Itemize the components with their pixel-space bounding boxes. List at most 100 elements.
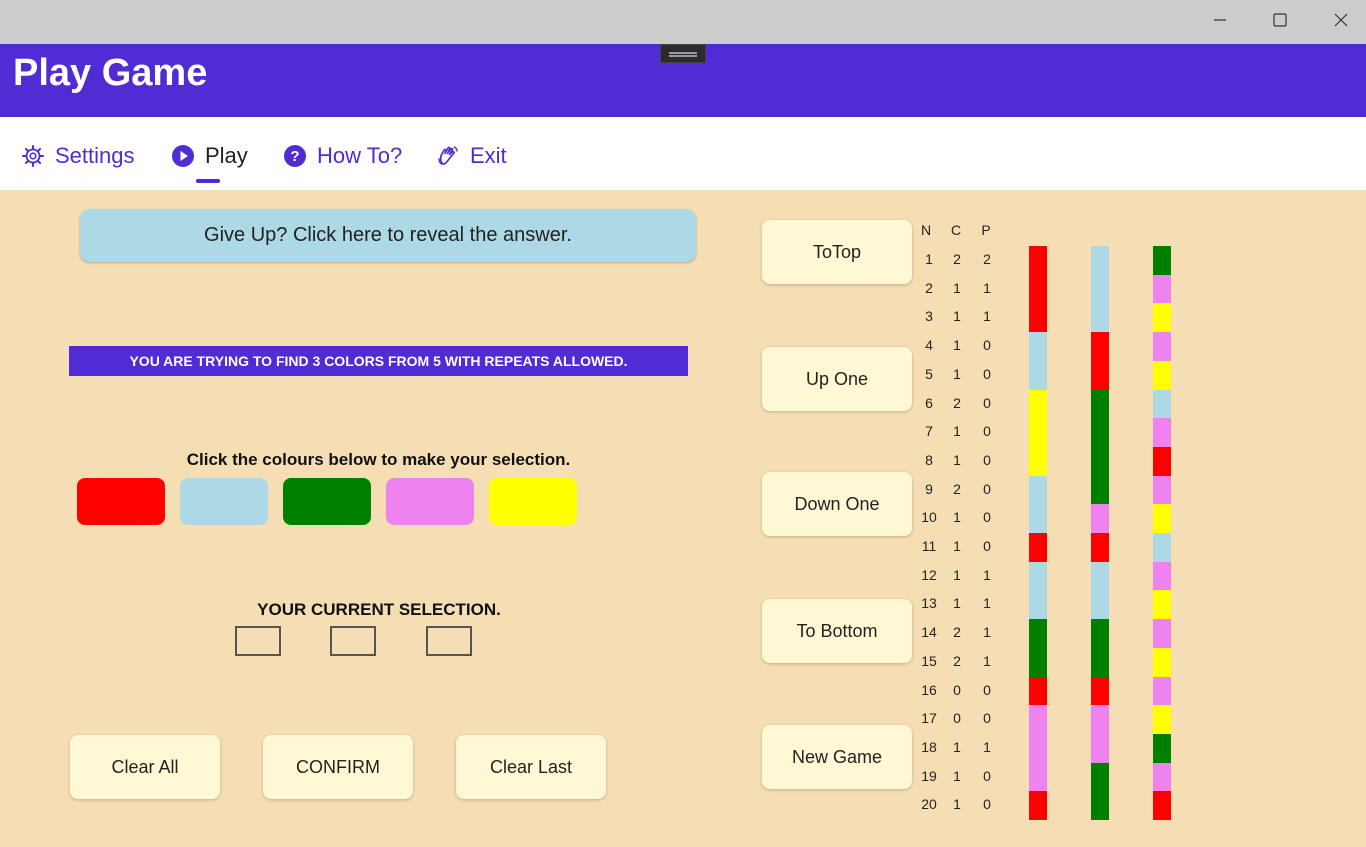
history-position-count: 1 xyxy=(983,566,991,583)
history-peg-2 xyxy=(1091,705,1109,735)
history-guess-number: 10 xyxy=(921,509,937,526)
history-guess-number: 9 xyxy=(925,480,933,497)
clear-all-button[interactable]: Clear All xyxy=(70,735,220,799)
history-position-count: 0 xyxy=(983,394,991,411)
history-correct-count: 2 xyxy=(953,251,961,267)
history-peg-3 xyxy=(1153,676,1171,706)
tab-how-to-label: How To? xyxy=(317,143,403,168)
history-peg-3 xyxy=(1153,360,1171,390)
maximize-button[interactable] xyxy=(1265,8,1295,32)
history-row: 18 1 1 xyxy=(916,733,996,761)
history-position-count: 1 xyxy=(983,595,991,612)
color-swatch-red[interactable] xyxy=(77,478,165,525)
history-guess-number: 14 xyxy=(921,624,937,641)
history-peg-2 xyxy=(1091,303,1109,333)
down-one-button[interactable]: Down One xyxy=(762,472,912,536)
history-row: 9 2 0 xyxy=(916,475,996,503)
history-position-count: 1 xyxy=(983,308,991,325)
history-peg-2 xyxy=(1091,561,1109,591)
color-swatch-yellow[interactable] xyxy=(489,478,577,525)
history-guess-number: 18 xyxy=(921,738,937,755)
history-position-count: 0 xyxy=(983,509,991,526)
history-peg-2 xyxy=(1091,676,1109,706)
history-correct-count: 0 xyxy=(953,710,961,727)
history-guess-number: 8 xyxy=(925,451,933,468)
selection-slot-3 xyxy=(426,626,472,656)
up-one-button[interactable]: Up One xyxy=(762,347,912,411)
new-game-button[interactable]: New Game xyxy=(762,725,912,789)
confirm-button[interactable]: CONFIRM xyxy=(263,735,413,799)
history-header-n: N xyxy=(920,222,932,238)
history-peg-1 xyxy=(1029,762,1047,792)
history-position-count: 0 xyxy=(983,681,991,698)
to-top-button[interactable]: ToTop xyxy=(762,220,912,284)
history-peg-1 xyxy=(1029,561,1047,591)
history-guess-number: 12 xyxy=(921,566,937,583)
history-correct-count: 1 xyxy=(953,566,961,583)
history-peg-3 xyxy=(1153,762,1171,792)
history-peg-2 xyxy=(1091,504,1109,534)
give-up-button[interactable]: Give Up? Click here to reveal the answer… xyxy=(80,209,696,262)
maximize-icon xyxy=(1273,13,1287,27)
history-peg-3 xyxy=(1153,504,1171,534)
history-peg-1 xyxy=(1029,619,1047,649)
history-position-count: 1 xyxy=(983,624,991,641)
history-peg-2 xyxy=(1091,360,1109,390)
history-peg-1 xyxy=(1029,475,1047,505)
history-guess-number: 1 xyxy=(925,251,933,267)
color-swatch-violet[interactable] xyxy=(386,478,474,525)
history-position-count: 0 xyxy=(983,710,991,727)
history-peg-1 xyxy=(1029,504,1047,534)
history-correct-count: 2 xyxy=(953,624,961,641)
close-icon xyxy=(1334,13,1348,27)
history-guess-number: 17 xyxy=(921,710,937,727)
history-peg-1 xyxy=(1029,676,1047,706)
tab-play[interactable]: Play xyxy=(171,140,248,172)
history-row: 14 2 1 xyxy=(916,618,996,646)
history-position-count: 0 xyxy=(983,365,991,382)
history-guess-number: 16 xyxy=(921,681,937,698)
history-correct-count: 0 xyxy=(953,681,961,698)
history-peg-2 xyxy=(1091,475,1109,505)
history-peg-2 xyxy=(1091,446,1109,476)
history-position-count: 0 xyxy=(983,538,991,554)
history-peg-3 xyxy=(1153,303,1171,333)
history-correct-count: 1 xyxy=(953,337,961,354)
history-peg-3 xyxy=(1153,705,1171,735)
history-header-p: P xyxy=(981,222,991,238)
tab-exit[interactable]: Exit xyxy=(436,140,507,172)
history-guess-number: 15 xyxy=(921,652,937,669)
selection-slot-1 xyxy=(235,626,281,656)
page-title: Play Game xyxy=(13,52,208,94)
history-header-c: C xyxy=(950,222,962,238)
history-guess-number: 4 xyxy=(925,337,933,354)
drag-handle[interactable] xyxy=(660,44,706,63)
history-peg-3 xyxy=(1153,733,1171,763)
to-bottom-button[interactable]: To Bottom xyxy=(762,599,912,663)
history-guess-number: 5 xyxy=(925,365,933,382)
history-guess-number: 6 xyxy=(925,394,933,411)
tab-how-to[interactable]: ? How To? xyxy=(283,140,402,172)
history-correct-count: 1 xyxy=(953,738,961,755)
history-correct-count: 1 xyxy=(953,796,961,813)
history-peg-2 xyxy=(1091,647,1109,677)
history-row: 17 0 0 xyxy=(916,704,996,732)
history-peg-1 xyxy=(1029,733,1047,763)
history-correct-count: 2 xyxy=(953,480,961,497)
palette-instruction: Click the colours below to make your sel… xyxy=(186,450,571,469)
history-row: 11 1 0 xyxy=(916,532,996,560)
history-row: 20 1 0 xyxy=(916,790,996,818)
history-position-count: 2 xyxy=(983,251,991,267)
history-peg-1 xyxy=(1029,705,1047,735)
tab-settings[interactable]: Settings xyxy=(21,140,135,172)
history-peg-3 xyxy=(1153,246,1171,275)
color-swatch-green[interactable] xyxy=(283,478,371,525)
history-peg-1 xyxy=(1029,332,1047,362)
close-button[interactable] xyxy=(1326,8,1356,32)
history-position-count: 0 xyxy=(983,480,991,497)
clear-last-button[interactable]: Clear Last xyxy=(456,735,606,799)
history-row: 19 1 0 xyxy=(916,762,996,790)
minimize-button[interactable] xyxy=(1205,8,1235,32)
history-position-count: 0 xyxy=(983,767,991,784)
color-swatch-lightblue[interactable] xyxy=(180,478,268,525)
